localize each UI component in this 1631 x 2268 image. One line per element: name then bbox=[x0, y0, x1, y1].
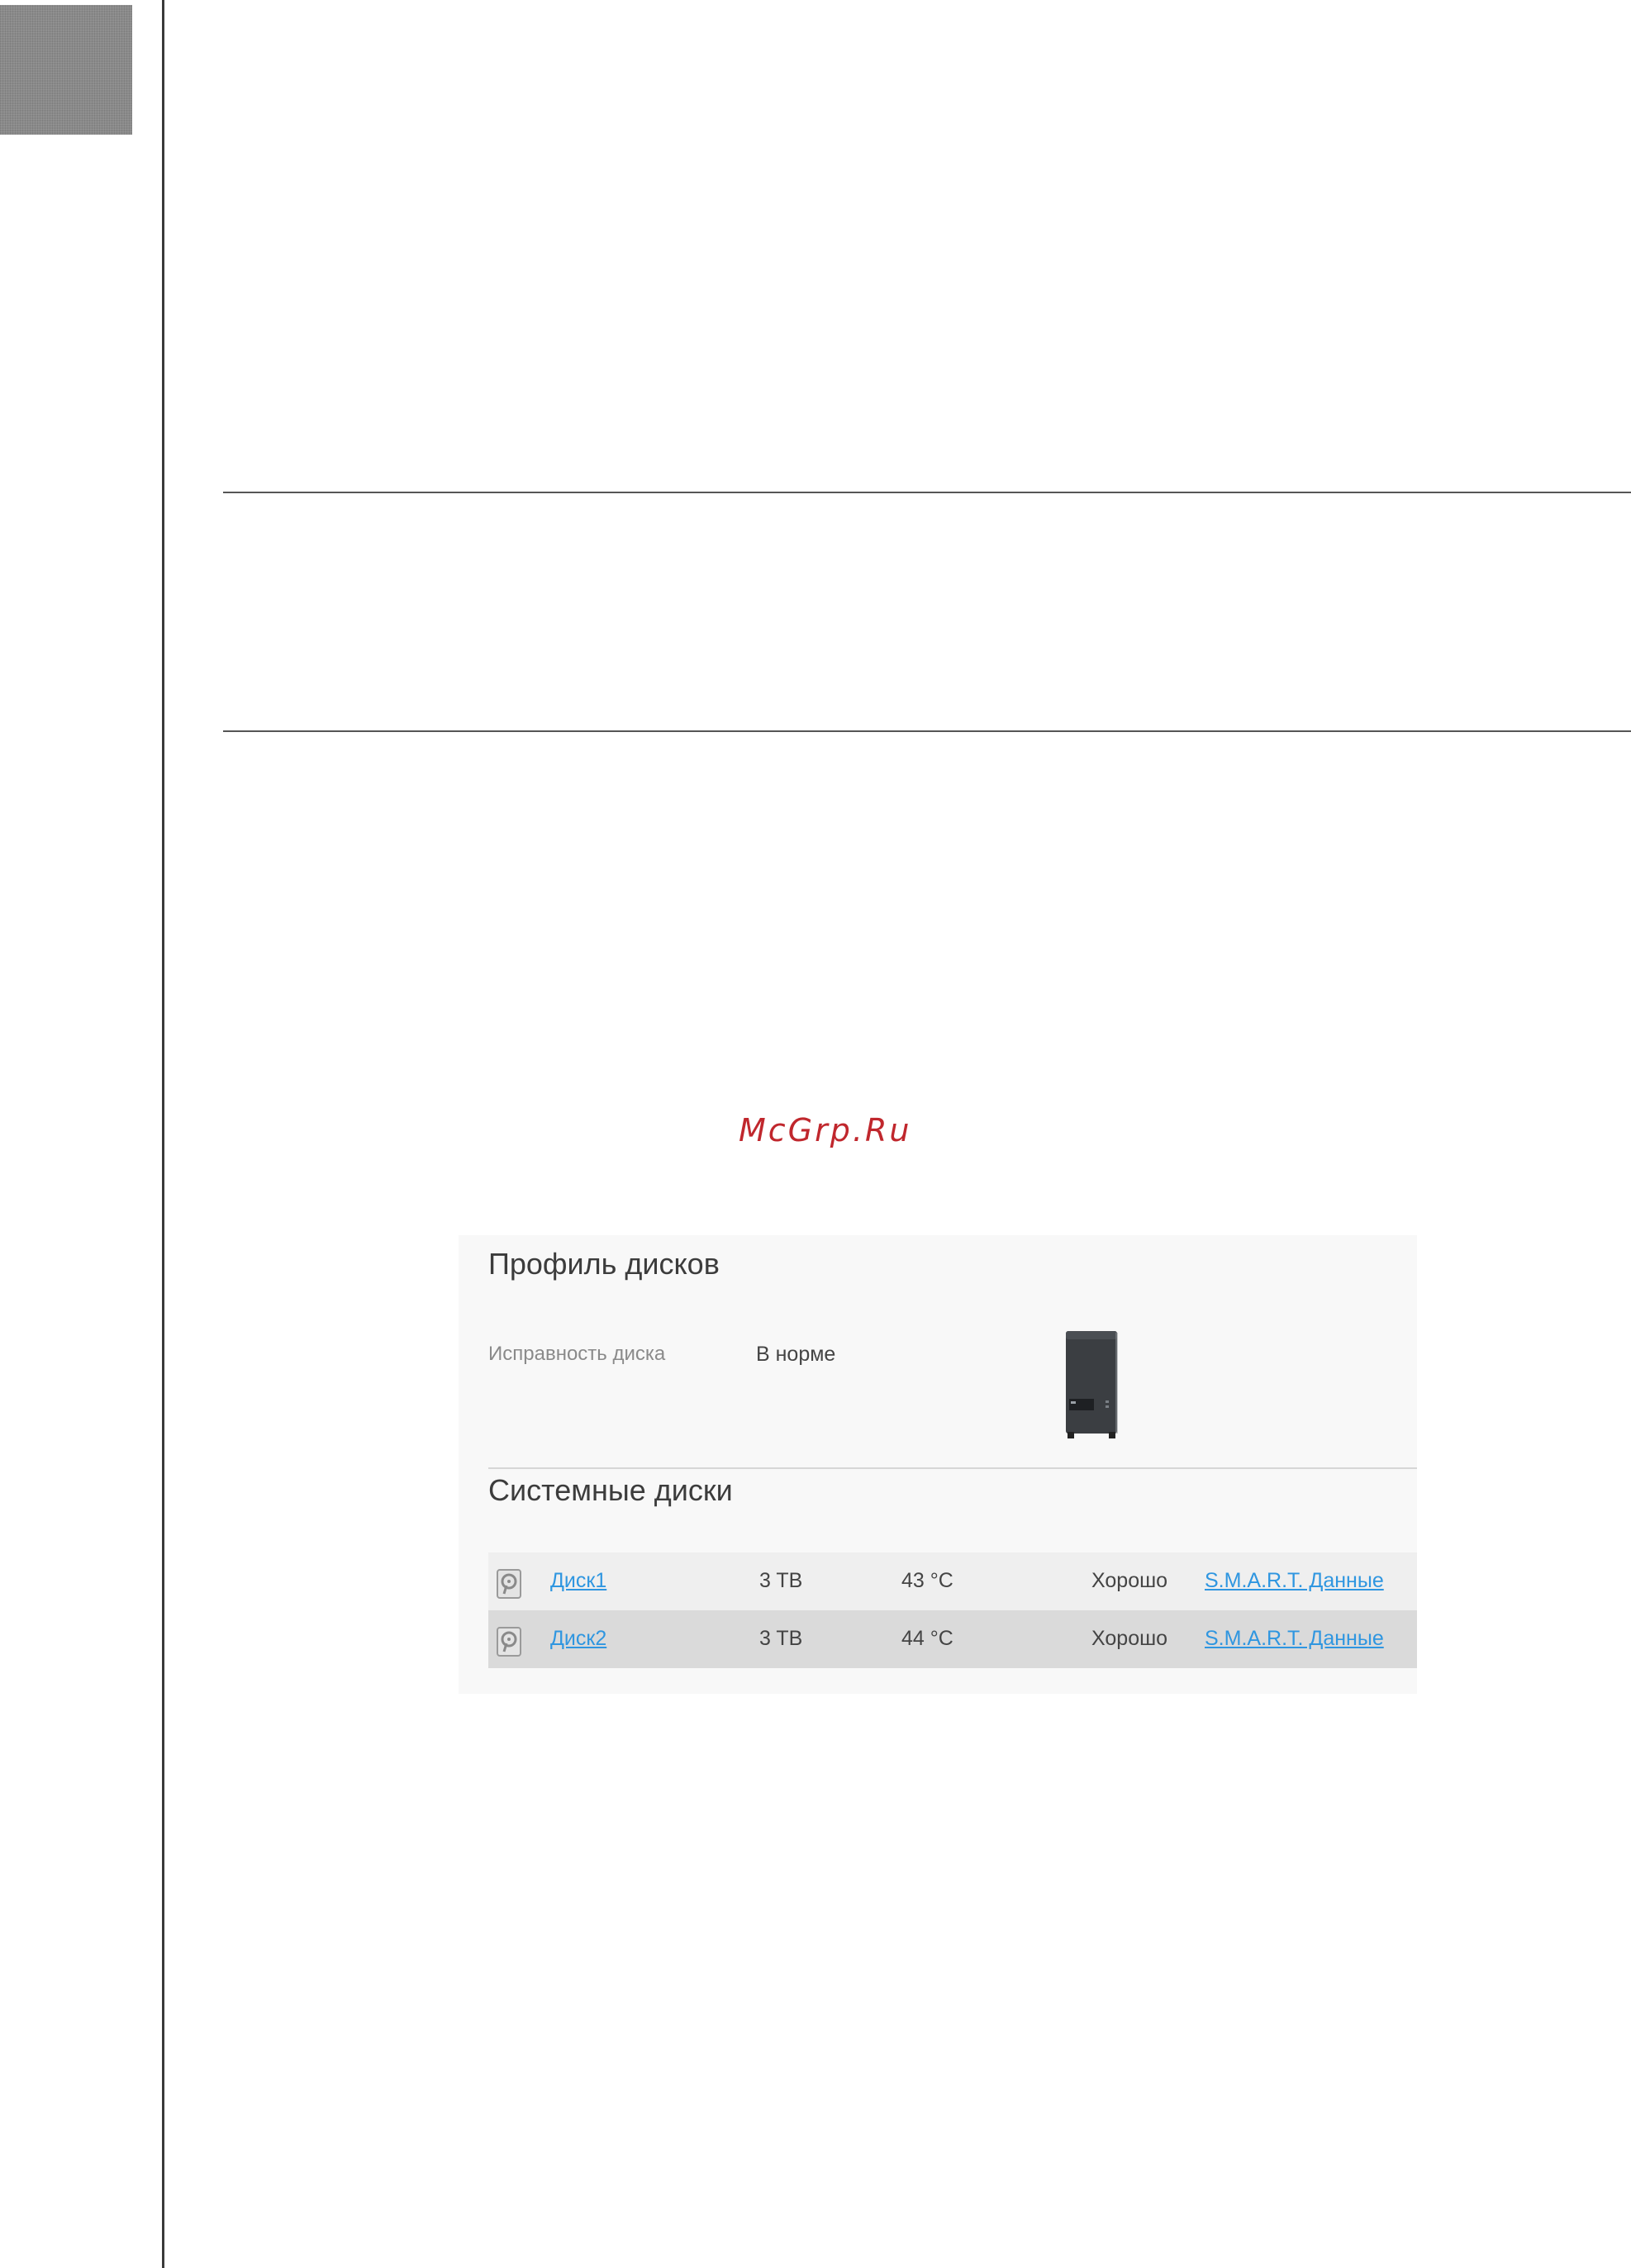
section-rule-top bbox=[223, 492, 1631, 493]
disk-status: Хорошо bbox=[1091, 1627, 1168, 1650]
table-row: Диск2 3 TB 44 °C Хорошо S.M.A.R.T. Данны… bbox=[488, 1610, 1417, 1668]
section-rule-bottom bbox=[223, 730, 1631, 732]
disk-size: 3 TB bbox=[759, 1627, 803, 1650]
disk-size: 3 TB bbox=[759, 1569, 803, 1592]
page-corner-tab bbox=[0, 5, 132, 135]
table-row: Диск1 3 TB 43 °C Хорошо S.M.A.R.T. Данны… bbox=[488, 1552, 1417, 1610]
disk-name-link[interactable]: Диск2 bbox=[550, 1627, 606, 1651]
disk-health-value: В норме bbox=[756, 1343, 836, 1366]
smart-data-link[interactable]: S.M.A.R.T. Данные bbox=[1205, 1569, 1384, 1593]
nas-device-image bbox=[1066, 1331, 1118, 1438]
hard-disk-icon bbox=[497, 1569, 521, 1599]
disk-name-link[interactable]: Диск1 bbox=[550, 1569, 606, 1593]
hard-disk-icon bbox=[497, 1627, 521, 1657]
disk-temperature: 43 °C bbox=[901, 1569, 953, 1592]
panel-divider bbox=[488, 1467, 1417, 1469]
system-disks-title: Системные диски bbox=[488, 1473, 733, 1507]
disk-profile-panel: Профиль дисков Исправность диска В норме… bbox=[459, 1235, 1417, 1694]
disk-status: Хорошо bbox=[1091, 1569, 1168, 1592]
disk-temperature: 44 °C bbox=[901, 1627, 953, 1650]
watermark: McGrp.Ru bbox=[739, 1112, 912, 1148]
page-margin-line bbox=[162, 0, 164, 2268]
disk-health-label: Исправность диска bbox=[488, 1343, 666, 1365]
panel-title: Профиль дисков bbox=[488, 1247, 720, 1281]
smart-data-link[interactable]: S.M.A.R.T. Данные bbox=[1205, 1627, 1384, 1651]
disk-table: Диск1 3 TB 43 °C Хорошо S.M.A.R.T. Данны… bbox=[488, 1552, 1417, 1668]
